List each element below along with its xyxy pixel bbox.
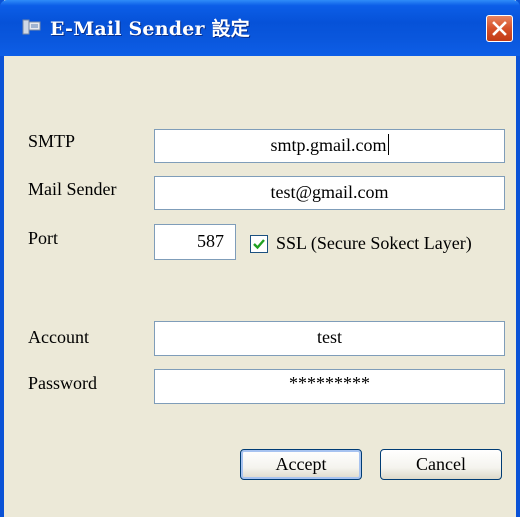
mail-sender-input[interactable]: test@gmail.com: [154, 176, 505, 210]
ssl-label[interactable]: SSL (Secure Sokect Layer): [276, 233, 472, 254]
account-input[interactable]: test: [154, 321, 505, 356]
account-value: test: [317, 327, 342, 347]
password-value: *********: [289, 373, 370, 393]
smtp-input[interactable]: smtp.gmail.com: [154, 129, 505, 163]
port-input[interactable]: 587: [154, 224, 236, 260]
title-bar[interactable]: E-Mail Sender 設定: [0, 0, 520, 56]
ssl-checkbox[interactable]: [250, 235, 268, 253]
mail-sender-value: test@gmail.com: [270, 182, 389, 202]
email-sender-settings-window: E-Mail Sender 設定 SMTP smtp.gmail.com Mai…: [0, 0, 520, 517]
close-icon: [492, 21, 507, 36]
text-caret: [387, 134, 389, 155]
smtp-value: smtp.gmail.com: [270, 135, 387, 155]
accept-button[interactable]: Accept: [240, 449, 362, 480]
password-label: Password: [28, 373, 98, 393]
cancel-button[interactable]: Cancel: [380, 449, 502, 480]
port-value: 587: [197, 231, 224, 251]
smtp-label: SMTP: [28, 131, 76, 151]
checkmark-icon: [253, 239, 265, 250]
mail-sender-label: Mail Sender: [28, 179, 117, 199]
close-button[interactable]: [486, 15, 513, 42]
window-app-icon: [22, 19, 42, 35]
port-label: Port: [28, 228, 59, 248]
account-label: Account: [28, 327, 89, 347]
password-input[interactable]: *********: [154, 369, 505, 404]
window-title: E-Mail Sender 設定: [50, 18, 250, 40]
